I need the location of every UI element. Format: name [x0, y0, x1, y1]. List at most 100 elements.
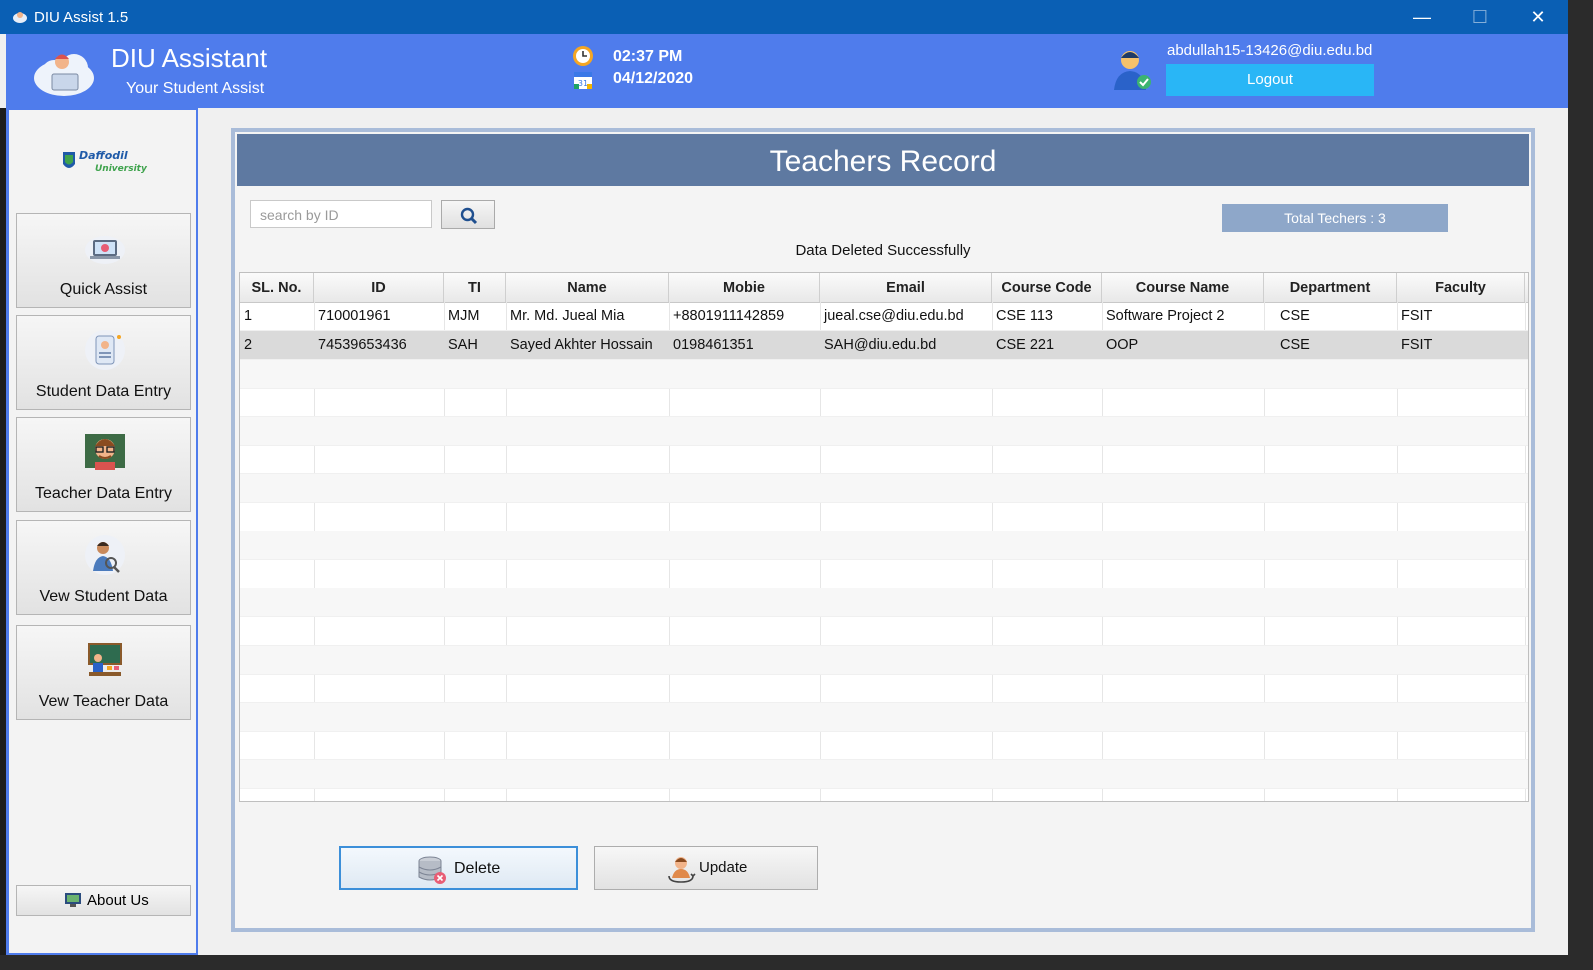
empty-row	[240, 617, 1528, 646]
empty-row	[240, 417, 1528, 446]
cell-ti: SAH	[448, 337, 478, 353]
nav-view-teacher-data-label: Vew Teacher Data	[38, 693, 169, 710]
cell-department: CSE	[1280, 337, 1310, 353]
empty-row	[240, 674, 1528, 703]
classroom-icon	[88, 643, 122, 676]
close-button[interactable]: ✕	[1509, 0, 1567, 34]
nav-student-data-entry[interactable]: Student Data Entry	[16, 315, 191, 410]
update-button[interactable]: Update	[594, 846, 818, 890]
search-button[interactable]	[441, 200, 495, 229]
maximize-button[interactable]: ☐	[1451, 0, 1509, 34]
column-header-ti[interactable]: TI	[444, 273, 506, 302]
cell-name: Sayed Akhter Hossain	[510, 337, 653, 353]
column-header-name[interactable]: Name	[506, 273, 669, 302]
minimize-button[interactable]: —	[1393, 0, 1451, 34]
app-icon	[13, 12, 27, 23]
column-header-id[interactable]: ID	[314, 273, 444, 302]
empty-row	[240, 789, 1528, 801]
teacher-icon	[85, 434, 125, 470]
nav-view-teacher-data[interactable]: Vew Teacher Data	[16, 625, 191, 720]
column-header-mobile[interactable]: Mobie	[669, 273, 820, 302]
column-header-faculty[interactable]: Faculty	[1397, 273, 1525, 302]
nav-teacher-data-entry-label: Teacher Data Entry	[35, 485, 172, 502]
logout-button[interactable]: Logout	[1166, 64, 1374, 96]
app-header: DIU Assistant Your Student Assist 31 02:…	[6, 34, 1568, 108]
about-us-button[interactable]: About Us	[16, 885, 191, 916]
teachers-record-panel: Teachers Record search by ID Total Teche…	[231, 128, 1535, 932]
cell-faculty: FSIT	[1401, 337, 1433, 353]
database-delete-icon	[418, 856, 446, 884]
app-window: DIU Assist 1.5 — ☐ ✕ DIU Assistant Your …	[0, 0, 1568, 955]
search-input[interactable]: search by ID	[250, 200, 432, 228]
table-row[interactable]: 1 710001961 MJM Mr. Md. Jueal Mia +88019…	[240, 302, 1528, 331]
nav-quick-assist[interactable]: Quick Assist	[16, 213, 191, 308]
nav-student-data-entry-label: Student Data Entry	[35, 383, 172, 400]
cell-department: CSE	[1280, 308, 1310, 324]
nav-teacher-data-entry[interactable]: Teacher Data Entry	[16, 417, 191, 512]
delete-button[interactable]: Delete	[339, 846, 578, 890]
delete-label: Delete	[454, 860, 501, 877]
cell-email: jueal.cse@diu.edu.bd	[824, 308, 964, 324]
user-update-icon	[668, 857, 696, 883]
svg-text:Daffodil: Daffodil	[79, 149, 128, 162]
table-row-selected[interactable]: 2 74539653436 SAH Sayed Akhter Hossain 0…	[240, 331, 1528, 360]
cell-ti: MJM	[448, 308, 480, 324]
title-bar: DIU Assist 1.5 — ☐ ✕	[0, 0, 1568, 34]
empty-row	[240, 703, 1528, 732]
cell-course-code: CSE 221	[996, 337, 1055, 353]
nav-quick-assist-label: Quick Assist	[59, 281, 148, 298]
cell-course-name: Software Project 2	[1106, 308, 1225, 324]
search-icon	[460, 207, 478, 225]
nav-view-student-data[interactable]: Vew Student Data	[16, 520, 191, 615]
empty-row	[240, 646, 1528, 675]
cell-id: 710001961	[318, 308, 391, 324]
empty-row	[240, 503, 1528, 532]
column-header-course-code[interactable]: Course Code	[992, 273, 1102, 302]
calendar-icon: 31	[574, 72, 592, 89]
app-subtitle: Your Student Assist	[126, 80, 265, 97]
teachers-table: SL. No. ID TI Name Mobie Email Course Co…	[239, 272, 1529, 802]
svg-text:University: University	[95, 164, 148, 174]
cell-mobile: 0198461351	[673, 337, 754, 353]
sidebar: Daffodil University Quick Assist Student…	[6, 108, 198, 955]
status-message: Data Deleted Successfully	[795, 242, 971, 259]
column-header-email[interactable]: Email	[820, 273, 992, 302]
cell-name: Mr. Md. Jueal Mia	[510, 308, 625, 324]
clock-icon	[573, 46, 593, 66]
column-header-course-name[interactable]: Course Name	[1102, 273, 1264, 302]
empty-row	[240, 388, 1528, 417]
cell-sl-no: 2	[244, 337, 253, 353]
column-header-department[interactable]: Department	[1264, 273, 1397, 302]
empty-row	[240, 731, 1528, 760]
table-header: SL. No. ID TI Name Mobie Email Course Co…	[240, 273, 1528, 303]
cell-mobile: +8801911142859	[673, 308, 785, 324]
update-label: Update	[699, 859, 748, 876]
cell-email: SAH@diu.edu.bd	[824, 337, 937, 353]
cell-sl-no: 1	[244, 308, 253, 324]
cell-faculty: FSIT	[1401, 308, 1433, 324]
laptop-assist-icon	[85, 236, 125, 264]
app-name: DIU Assistant	[111, 43, 268, 73]
cell-course-code: CSE 113	[996, 308, 1053, 324]
nav-view-student-data-label: Vew Student Data	[39, 588, 168, 605]
cell-id: 74539653436	[318, 337, 407, 353]
student-search-icon	[85, 535, 125, 575]
user-email: abdullah15-13426@diu.edu.bd	[1167, 42, 1373, 59]
assistant-logo-icon	[34, 54, 94, 96]
svg-text:31: 31	[578, 79, 588, 88]
empty-row	[240, 531, 1528, 560]
total-teachers-badge: Total Techers : 3	[1222, 204, 1448, 232]
column-header-sl-no[interactable]: SL. No.	[240, 273, 314, 302]
user-avatar-icon	[1114, 51, 1151, 90]
empty-row	[240, 588, 1528, 617]
page-title: Teachers Record	[237, 134, 1529, 186]
cell-course-name: OOP	[1106, 337, 1139, 353]
empty-row	[240, 760, 1528, 789]
empty-row	[240, 360, 1528, 389]
empty-row	[240, 560, 1528, 589]
empty-row	[240, 474, 1528, 503]
id-card-icon	[85, 330, 125, 370]
daffodil-university-logo: Daffodil University	[63, 149, 148, 174]
current-date: 04/12/2020	[613, 70, 694, 87]
empty-row	[240, 445, 1528, 474]
